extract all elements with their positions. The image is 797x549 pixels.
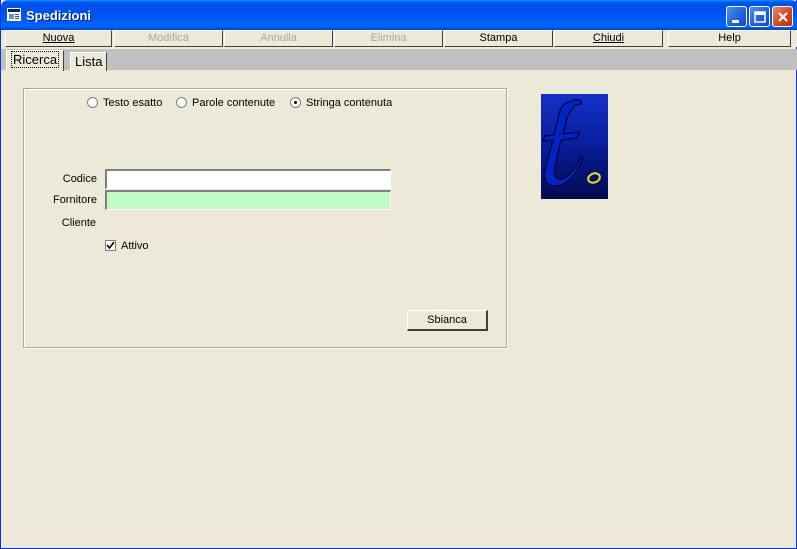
radio-circle-selected xyxy=(290,97,301,108)
window-title: Spedizioni xyxy=(26,8,91,23)
minimize-button[interactable] xyxy=(726,6,747,27)
help-button[interactable]: Help xyxy=(668,30,791,47)
logo-image xyxy=(541,94,608,199)
nuova-label: Nuova xyxy=(42,32,75,44)
elimina-button[interactable]: Elimina xyxy=(334,30,443,47)
attivo-label: Attivo xyxy=(121,240,149,252)
stampa-label: Stampa xyxy=(479,32,518,44)
title-bar[interactable]: Spedizioni xyxy=(1,0,797,30)
fornitore-label: Fornitore xyxy=(52,194,97,206)
app-window-icon xyxy=(7,8,21,21)
checkbox-box xyxy=(105,240,116,251)
radio-circle xyxy=(87,97,98,108)
tab-lista-label: Lista xyxy=(75,54,103,69)
application-window: Spedizioni Nuova Modifica Annulla Elimin… xyxy=(0,0,797,549)
logo-t-icon xyxy=(541,99,601,187)
radio-testo-esatto[interactable]: Testo esatto xyxy=(87,97,162,111)
radio-parole-contenute[interactable]: Parole contenute xyxy=(176,97,275,111)
annulla-button[interactable]: Annulla xyxy=(224,30,333,47)
chiudi-button[interactable]: Chiudi xyxy=(554,30,663,47)
radio-testo-esatto-label: Testo esatto xyxy=(103,97,163,109)
help-label: Help xyxy=(718,32,741,44)
radio-stringa-contenuta-label: Stringa contenuta xyxy=(306,97,393,109)
modifica-button[interactable]: Modifica xyxy=(114,30,223,47)
minimize-icon xyxy=(732,20,739,23)
radio-parole-contenute-label: Parole contenute xyxy=(192,97,276,109)
close-icon xyxy=(778,12,788,22)
annulla-label: Annulla xyxy=(260,32,297,44)
attivo-checkbox[interactable]: Attivo xyxy=(105,240,149,252)
tab-lista[interactable]: Lista xyxy=(70,52,108,71)
cliente-label: Cliente xyxy=(61,217,96,229)
radio-circle xyxy=(176,97,187,108)
modifica-label: Modifica xyxy=(148,32,189,44)
nuova-button[interactable]: Nuova xyxy=(5,30,112,47)
sbianca-label: Sbianca xyxy=(427,314,467,326)
checkmark-icon xyxy=(106,241,115,250)
tab-ricerca[interactable]: Ricerca xyxy=(6,50,65,71)
fornitore-field[interactable] xyxy=(105,190,391,210)
radio-stringa-contenuta[interactable]: Stringa contenuta xyxy=(290,97,392,111)
elimina-label: Elimina xyxy=(370,32,407,44)
maximize-icon xyxy=(754,11,766,23)
codice-field[interactable] xyxy=(105,169,391,189)
close-button[interactable] xyxy=(772,6,793,27)
codice-label: Codice xyxy=(62,173,97,185)
maximize-button[interactable] xyxy=(749,6,770,27)
toolbar: Nuova Modifica Annulla Elimina Stampa Ch… xyxy=(1,30,797,47)
tab-ricerca-label: Ricerca xyxy=(11,51,60,68)
stampa-button[interactable]: Stampa xyxy=(444,30,553,47)
sbianca-button[interactable]: Sbianca xyxy=(407,310,488,331)
tab-strip: Ricerca Lista xyxy=(1,49,797,71)
chiudi-label: Chiudi xyxy=(592,32,625,44)
